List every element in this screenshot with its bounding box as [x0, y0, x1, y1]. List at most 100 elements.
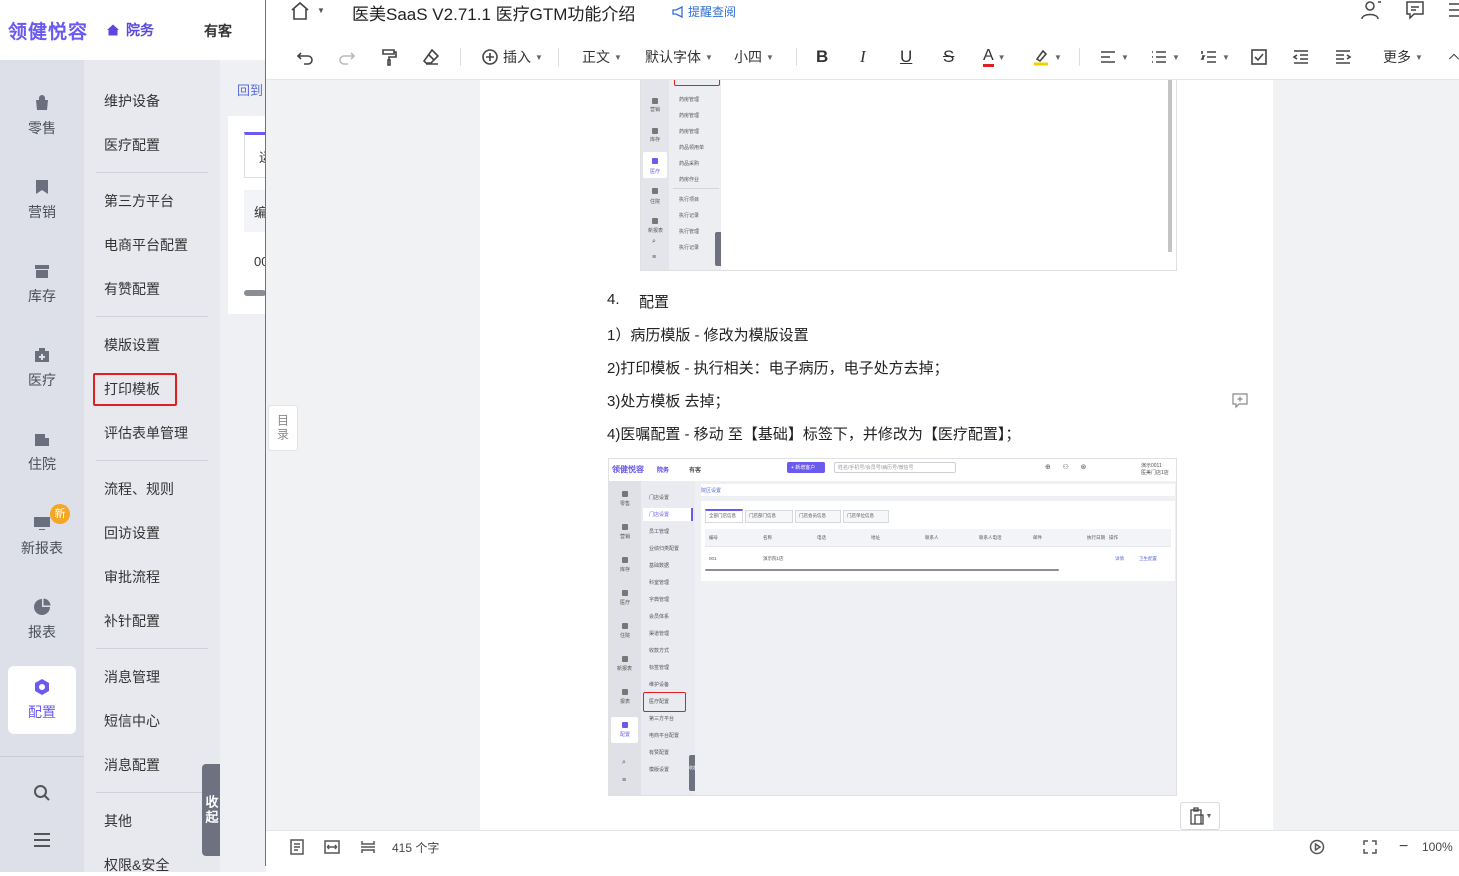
mini-col-header: 联系人电话 — [979, 535, 1002, 540]
fit-width-button[interactable] — [324, 838, 340, 856]
embedded-image-2[interactable]: 领健悦容 院务 有客 + 新增客户 姓名/手机号/会员号/病历号/微信号 ⊕ ⚇… — [608, 458, 1177, 796]
fullscreen-button[interactable] — [1362, 838, 1378, 856]
paste-options-button[interactable]: ▼ — [1180, 802, 1220, 830]
indent-button[interactable] — [1334, 46, 1352, 68]
numbered-list-button[interactable]: ▼ — [1200, 46, 1230, 68]
submenu-item[interactable]: 审批流程 — [104, 566, 160, 588]
nav-tab-yuanwu[interactable]: 院务 — [106, 20, 154, 40]
rail-label: 报表 — [28, 624, 56, 640]
hamburger-icon[interactable] — [33, 832, 51, 853]
underline-button[interactable]: U — [900, 46, 912, 68]
italic-button[interactable]: I — [860, 46, 866, 68]
zoom-out-button[interactable]: − — [1399, 838, 1408, 856]
comment-icon[interactable] — [1405, 0, 1425, 20]
submenu-item[interactable]: 权限&安全 — [104, 854, 169, 876]
submenu-divider — [96, 792, 208, 793]
submenu-item[interactable]: 有赞配置 — [104, 278, 160, 300]
paragraph-line[interactable]: 4)医嘱配置 - 移动 至【基础】标签下，并修改为【医疗配置】； — [607, 423, 1020, 444]
toc-button[interactable]: 目录 — [268, 405, 298, 451]
chevron-down-icon: ▼ — [1172, 52, 1180, 62]
mini-rail-label: 医疗 — [650, 169, 661, 175]
mini-icon — [652, 188, 658, 194]
rail-item-inventory[interactable]: 库存 — [0, 250, 84, 318]
redo-button[interactable] — [338, 46, 356, 68]
menu-icon[interactable] — [1448, 2, 1459, 18]
add-comment-icon[interactable] — [1232, 393, 1248, 409]
submenu-item[interactable]: 第三方平台 — [104, 190, 174, 212]
align-button[interactable]: ▼ — [1099, 46, 1129, 68]
toolbar-divider — [558, 48, 559, 66]
format-painter-button[interactable] — [380, 46, 398, 68]
outline-view-button[interactable] — [289, 838, 305, 856]
mini-icon — [652, 98, 658, 104]
mini-cell: 001 — [709, 556, 717, 561]
mini-icon — [622, 590, 628, 596]
paragraph-line[interactable]: 2)打印模板 - 执行相关：电子病历，电子处方去掉； — [607, 357, 949, 378]
submenu-item[interactable]: 模版设置 — [104, 334, 160, 356]
collapse-button[interactable]: 收起 — [202, 764, 220, 856]
zoom-level[interactable]: 100% — [1422, 838, 1453, 856]
outdent-button[interactable] — [1292, 46, 1310, 68]
eraser-button[interactable] — [422, 46, 440, 68]
bullet-list-button[interactable]: ▼ — [1150, 46, 1180, 68]
bold-button[interactable]: B — [816, 46, 828, 68]
mini-tab: 门店部门信息 — [749, 513, 776, 518]
brand-logo[interactable]: 领健悦容 — [8, 17, 88, 44]
clipboard-icon — [1189, 807, 1204, 825]
fit-width-icon — [324, 840, 340, 854]
submenu-item[interactable]: 补针配置 — [104, 610, 160, 632]
nav-tab-youke[interactable]: 有客 — [204, 21, 232, 41]
content-tab[interactable]: 运 — [244, 132, 272, 178]
chevron-down-icon[interactable]: ▼ — [317, 6, 325, 15]
rail-item-report[interactable]: 报表 — [0, 586, 84, 654]
mini-op-link: 卫生配置 — [1139, 556, 1157, 561]
collapse-toolbar-button[interactable] — [1448, 46, 1459, 68]
play-button[interactable] — [1309, 838, 1325, 856]
mini-collapse-tab — [715, 232, 721, 266]
submenu-item[interactable]: 医疗配置 — [104, 134, 160, 156]
highlight-button[interactable]: ▼ — [1032, 46, 1062, 68]
submenu-item[interactable]: 流程、规则 — [104, 478, 174, 500]
mini-op-link: 详情 — [1115, 556, 1124, 561]
undo-icon — [296, 52, 313, 65]
rail-item-retail[interactable]: 零售 — [0, 82, 84, 150]
submenu-item[interactable]: 评估表单管理 — [104, 422, 188, 444]
list-heading[interactable]: 配置 — [639, 291, 669, 312]
checklist-button[interactable] — [1250, 46, 1268, 68]
mini-store: 演示0011 — [1141, 463, 1162, 469]
font-color-button[interactable]: A ▼ — [983, 46, 1006, 68]
paragraph-line[interactable]: 3)处方模板 去掉； — [607, 390, 730, 411]
user-icon[interactable] — [1360, 0, 1382, 20]
remind-link[interactable]: 提醒查阅 — [672, 3, 736, 20]
undo-button[interactable] — [296, 46, 314, 68]
mini-col-header: 编号 — [709, 535, 718, 540]
font-select[interactable]: 默认字体 ▼ — [645, 46, 713, 68]
rail-item-new-report[interactable]: 新报表 新 — [0, 502, 84, 570]
submenu-item[interactable]: 消息管理 — [104, 666, 160, 688]
back-link[interactable]: 回到 — [237, 80, 263, 99]
submenu-item[interactable]: 电商平台配置 — [104, 234, 188, 256]
mini-cell: 演示院1店 — [763, 556, 784, 561]
style-select[interactable]: 正文 ▼ — [582, 46, 622, 68]
rail-item-medical[interactable]: 医疗 — [0, 334, 84, 402]
rail-item-marketing[interactable]: 营销 — [0, 166, 84, 234]
table-header-cell: 编 — [244, 190, 267, 232]
embedded-image-1[interactable]: 营销 库存 医疗 住院 新报表 ⌕ ≡ 药房管理 药房管理 药房管理 药品领用单… — [640, 80, 1177, 271]
rail-item-config[interactable]: 配置 — [8, 666, 76, 734]
home-icon[interactable] — [289, 0, 311, 22]
submenu-item[interactable]: 维护设备 — [104, 90, 160, 112]
page-break-button[interactable] — [360, 838, 376, 856]
size-select[interactable]: 小四 ▼ — [734, 46, 774, 68]
submenu-item[interactable]: 消息配置 — [104, 754, 160, 776]
submenu-item[interactable]: 短信中心 — [104, 710, 160, 732]
strikethrough-button[interactable]: S — [943, 46, 954, 68]
more-button[interactable]: 更多 ▼ — [1383, 46, 1423, 68]
rail-item-inpatient[interactable]: 住院 — [0, 418, 84, 486]
scrollbar[interactable] — [244, 290, 266, 296]
chevron-down-icon: ▼ — [614, 52, 622, 62]
paragraph-line[interactable]: 1）病历模版 - 修改为模版设置 — [607, 324, 809, 345]
submenu-item[interactable]: 其他 — [104, 810, 132, 832]
insert-button[interactable]: 插入 ▼ — [481, 46, 543, 68]
search-icon[interactable] — [33, 784, 51, 807]
submenu-item[interactable]: 回访设置 — [104, 522, 160, 544]
